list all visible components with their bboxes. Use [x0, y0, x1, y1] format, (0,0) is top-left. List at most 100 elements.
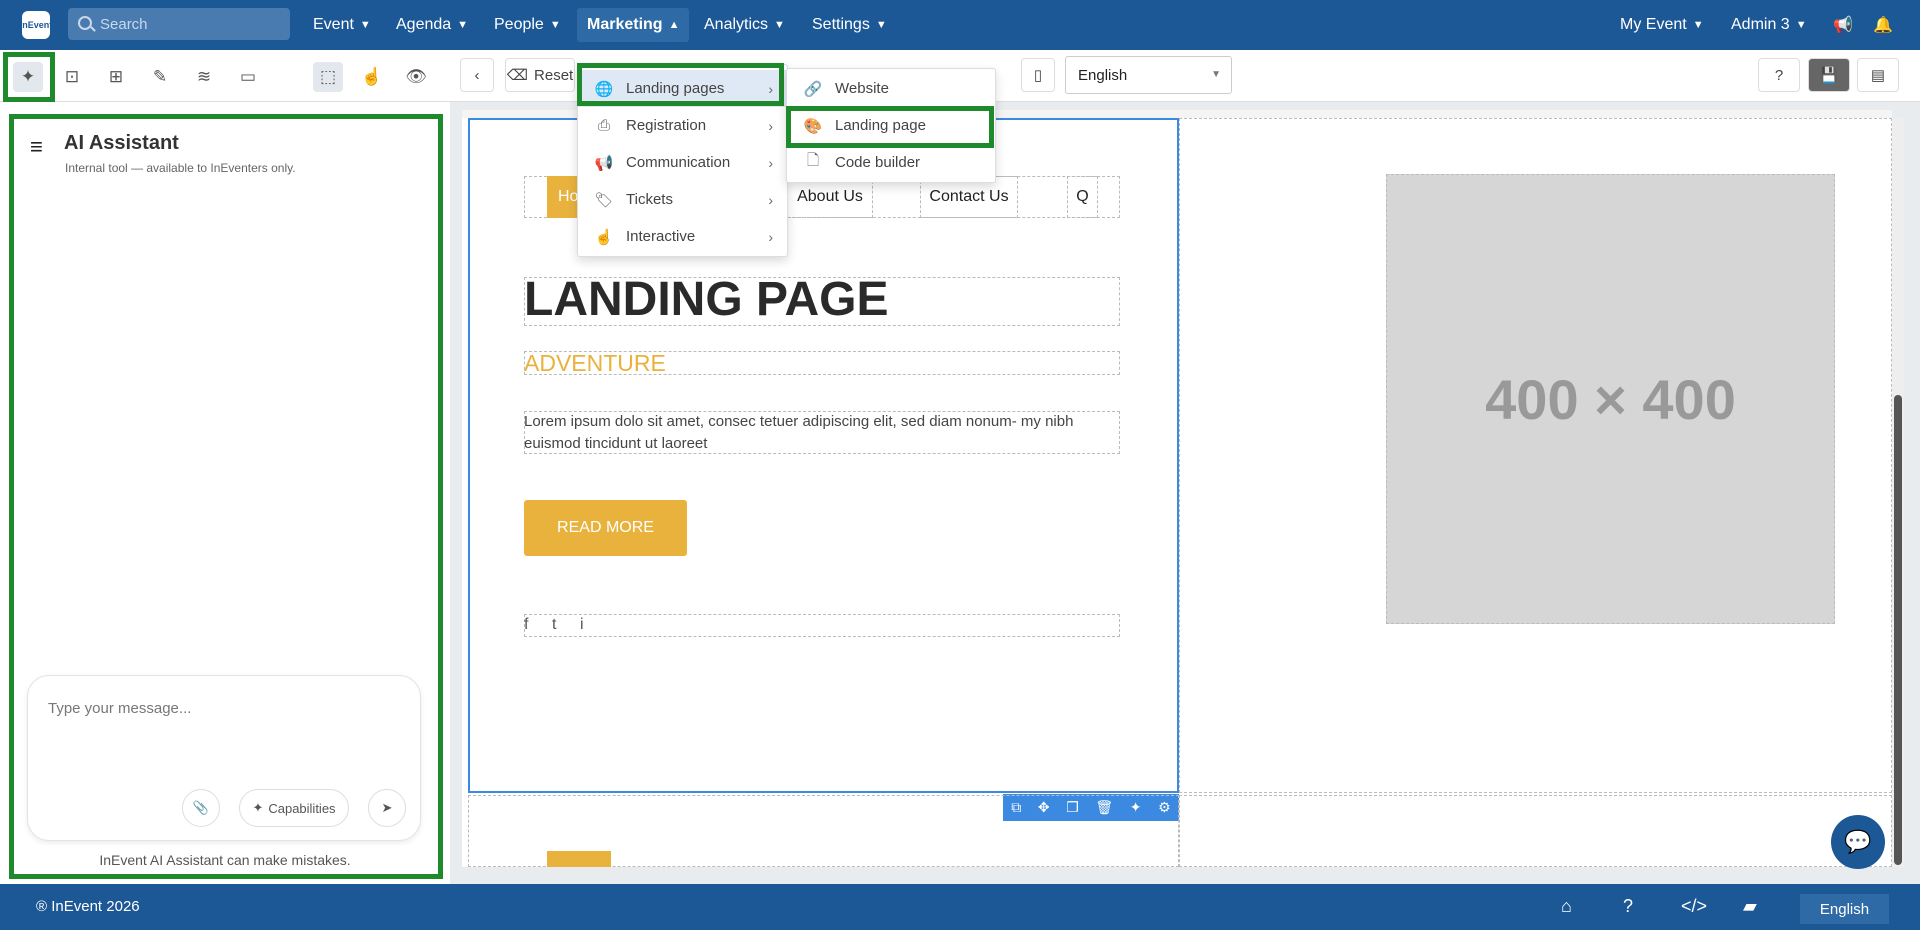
- chat-icon[interactable]: 💬: [1831, 815, 1885, 869]
- nav-marketing-label: Marketing: [587, 16, 663, 33]
- bell-icon[interactable]: 🔔: [1873, 8, 1893, 42]
- nav-event[interactable]: Event ▼: [303, 8, 381, 42]
- search-icon: [78, 16, 92, 30]
- nav-analytics-label: Analytics: [704, 16, 769, 33]
- chevron-down-icon: ▼: [875, 19, 887, 31]
- lp-body-text[interactable]: Lorem ipsum dolo sit amet, consec tetuer…: [524, 411, 1120, 455]
- nav-settings-label: Settings: [812, 16, 870, 33]
- select-area-icon[interactable]: ⬚: [313, 62, 343, 92]
- pencil-icon[interactable]: ✎: [145, 62, 175, 92]
- file-icon: 🗋: [806, 152, 820, 169]
- menu-item-interactive[interactable]: ☝ Interactive ›: [578, 218, 787, 255]
- facebook-icon[interactable]: f: [524, 616, 528, 634]
- chevron-right-icon: ›: [768, 154, 773, 171]
- attach-icon[interactable]: 📎: [182, 789, 220, 827]
- link-icon: 🔗: [803, 80, 823, 98]
- copyright: ® InEvent 2026: [36, 898, 140, 915]
- menu-item-tickets[interactable]: 🏷 Tickets ›: [578, 181, 787, 218]
- chevron-down-icon: ▼: [549, 19, 561, 31]
- magic-wand-icon: ✦: [252, 800, 264, 815]
- code-icon[interactable]: </>: [1681, 896, 1707, 917]
- back-icon[interactable]: ‹: [460, 58, 494, 92]
- hamburger-menu-icon[interactable]: ≡: [30, 134, 43, 160]
- caret-down-icon: ▼: [1211, 69, 1221, 80]
- selected-section[interactable]: [468, 118, 1179, 793]
- footer: ® InEvent 2026 ⌂ ? </> ▰: [0, 884, 1920, 930]
- chevron-up-icon: ▲: [668, 19, 680, 31]
- capabilities-button[interactable]: ✦ Capabilities: [239, 789, 349, 827]
- language-select[interactable]: English ▼: [1065, 56, 1232, 94]
- highlight-ai-tool: [3, 52, 55, 102]
- menu-label: Registration: [626, 117, 707, 134]
- language-select-value: English: [1078, 67, 1128, 84]
- nav-agenda[interactable]: Agenda ▼: [386, 8, 478, 42]
- save-icon[interactable]: 💾: [1808, 58, 1850, 92]
- chevron-right-icon: ›: [768, 228, 773, 245]
- menu-item-registration[interactable]: ⎙ Registration ›: [578, 107, 787, 144]
- help-icon[interactable]: ?: [1758, 58, 1800, 92]
- grid-icon[interactable]: ⊞: [101, 62, 131, 92]
- lp-read-more-button[interactable]: READ MORE: [524, 500, 687, 556]
- lp-nav-search[interactable]: Q: [1067, 176, 1098, 218]
- nav-settings[interactable]: Settings ▼: [802, 8, 897, 42]
- blocks-icon[interactable]: ⊡: [57, 62, 87, 92]
- menu-label: Interactive: [626, 228, 696, 245]
- my-event-dropdown[interactable]: My Event ▼: [1620, 8, 1704, 42]
- search-input[interactable]: Search: [68, 8, 290, 40]
- footer-language-button[interactable]: English: [1800, 894, 1889, 924]
- home-icon[interactable]: ⌂: [1561, 896, 1572, 917]
- panel-icon[interactable]: ▤: [1857, 58, 1899, 92]
- inevent-logo[interactable]: InEvent: [20, 11, 52, 39]
- menu-item-communication[interactable]: 📢 Communication ›: [578, 144, 787, 181]
- admin-dropdown[interactable]: Admin 3 ▼: [1731, 8, 1807, 42]
- my-event-label: My Event: [1620, 16, 1687, 33]
- message-placeholder: Type your message...: [48, 700, 192, 717]
- chevron-down-icon: ▼: [359, 19, 371, 31]
- lp-subheadline[interactable]: ADVENTURE: [524, 350, 666, 377]
- megaphone-icon: 📢: [594, 154, 614, 172]
- canvas-scroll-thumb[interactable]: [1894, 395, 1902, 865]
- reset-label: Reset: [534, 66, 574, 84]
- layers-icon[interactable]: ≋: [189, 62, 219, 92]
- submenu-label: Website: [835, 80, 889, 97]
- ai-disclaimer: InEvent AI Assistant can make mistakes.: [99, 852, 351, 868]
- chevron-down-icon: ▼: [1692, 19, 1704, 31]
- search-placeholder: Search: [100, 15, 148, 33]
- menu-label: Tickets: [626, 191, 673, 208]
- chevron-down-icon: ▼: [774, 19, 785, 31]
- tags-icon: 🏷: [594, 191, 614, 209]
- menu-label: Communication: [626, 154, 731, 171]
- submenu-item-website[interactable]: 🔗 Website: [787, 70, 995, 107]
- nav-agenda-label: Agenda: [396, 16, 452, 33]
- printer-icon: ⎙: [597, 117, 610, 134]
- chevron-down-icon: ▼: [457, 19, 469, 31]
- top-navbar: InEvent Search Event ▼ Agenda ▼ People ▼ Ma…: [0, 0, 1920, 50]
- eraser-icon: ⌫: [506, 67, 529, 84]
- chat-bubble-icon[interactable]: ▰: [1743, 896, 1757, 917]
- nav-people-label: People: [494, 16, 544, 33]
- instagram-icon[interactable]: i: [580, 616, 584, 634]
- mobile-icon[interactable]: ▯: [1021, 58, 1055, 92]
- pointer-icon: ☝: [594, 228, 614, 246]
- nav-people[interactable]: People ▼: [484, 8, 571, 42]
- ai-assistant-title: AI Assistant: [64, 132, 179, 154]
- lp-headline[interactable]: LANDING PAGE: [524, 272, 888, 327]
- announcement-icon[interactable]: 📢: [1833, 8, 1853, 42]
- reset-button[interactable]: ⌫ Reset: [505, 58, 575, 92]
- window-icon[interactable]: ▭: [233, 62, 263, 92]
- next-section-right[interactable]: [1179, 795, 1892, 867]
- twitter-icon[interactable]: t: [552, 616, 556, 634]
- help-icon[interactable]: ?: [1623, 896, 1633, 917]
- nav-marketing[interactable]: Marketing ▲: [577, 8, 690, 42]
- eye-icon[interactable]: 👁: [401, 62, 431, 92]
- lp-nav-home-2: [547, 851, 611, 867]
- nav-analytics[interactable]: Analytics ▼: [694, 8, 795, 42]
- nav-event-label: Event: [313, 16, 354, 33]
- capabilities-label: Capabilities: [268, 800, 336, 816]
- hand-pointer-icon[interactable]: ☝: [357, 62, 387, 92]
- social-row: [524, 614, 1120, 637]
- submenu-item-code-builder[interactable]: 🗋 Code builder: [787, 144, 995, 181]
- chevron-down-icon: ▼: [1795, 19, 1807, 31]
- image-placeholder[interactable]: 400 × 400: [1386, 174, 1835, 624]
- send-icon[interactable]: ➤: [368, 789, 406, 827]
